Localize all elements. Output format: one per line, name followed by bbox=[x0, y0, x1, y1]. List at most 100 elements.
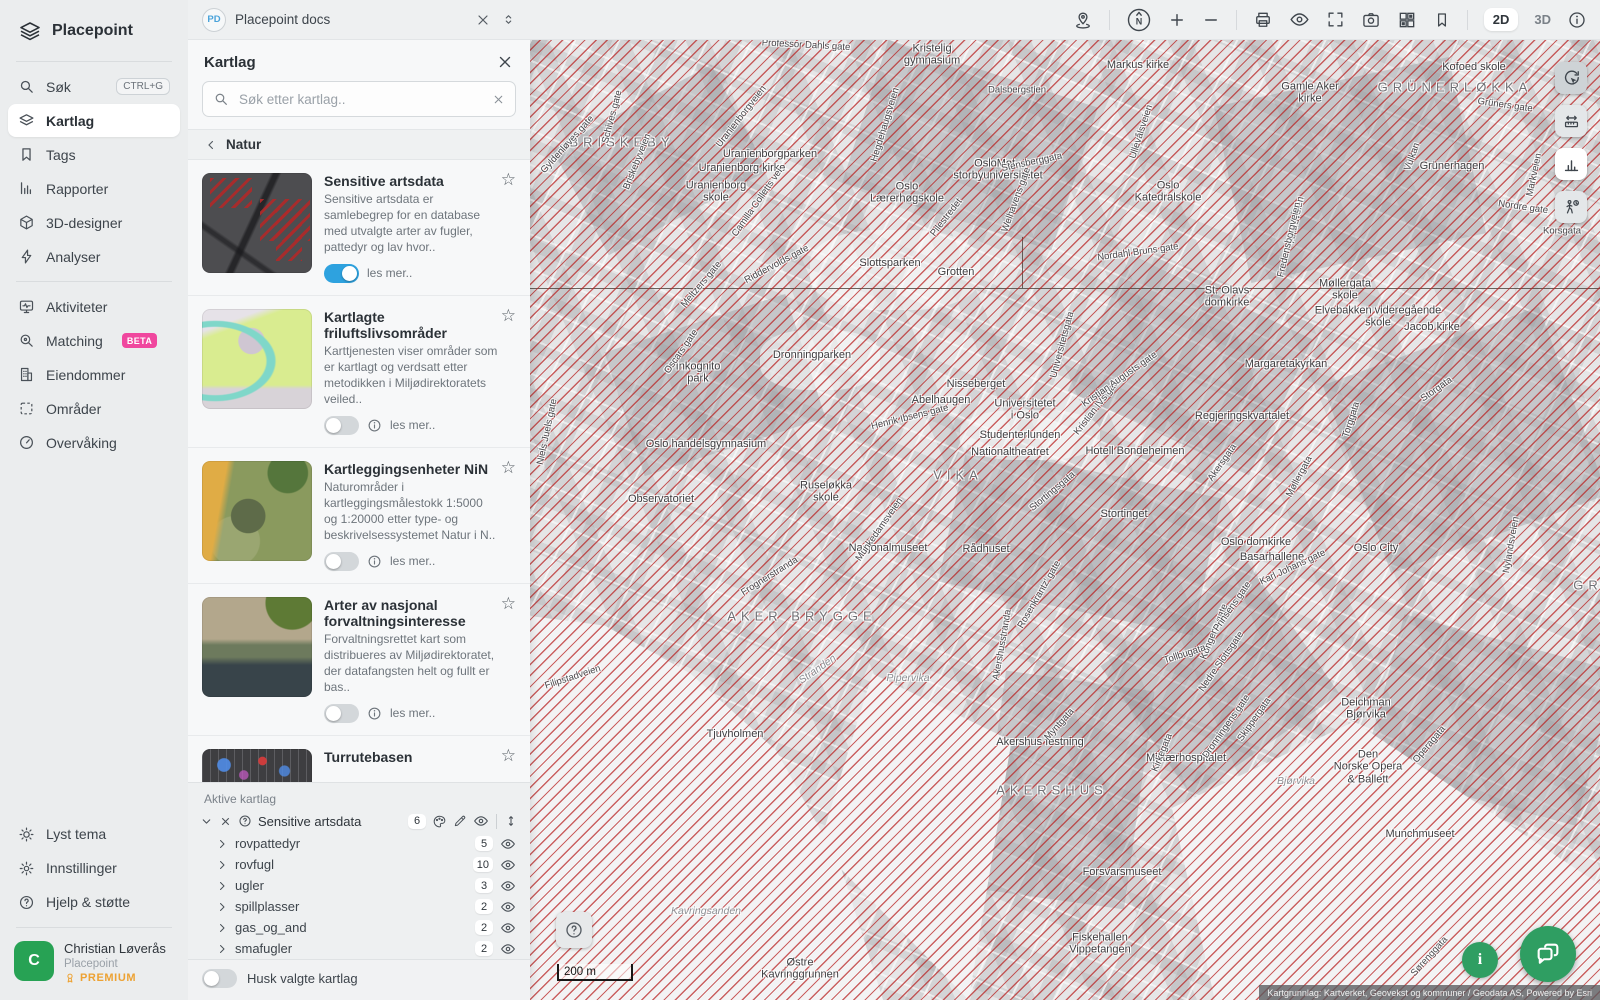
active-layer-row[interactable]: rovpattedyr5 bbox=[188, 833, 530, 854]
document-tab[interactable]: PD Placepoint docs bbox=[188, 8, 530, 32]
layer-search-input[interactable] bbox=[237, 91, 484, 108]
remember-layers-toggle[interactable] bbox=[202, 969, 237, 988]
layer-toggle[interactable] bbox=[324, 264, 359, 283]
divider bbox=[16, 61, 172, 62]
fullscreen-icon[interactable] bbox=[1326, 10, 1345, 29]
breadcrumb[interactable]: Natur bbox=[188, 129, 530, 160]
chevron-right-icon[interactable] bbox=[216, 901, 228, 913]
layer-thumbnail bbox=[202, 309, 312, 409]
sidebar-item-innstillinger[interactable]: Innstillinger bbox=[8, 852, 180, 885]
chevron-right-icon[interactable] bbox=[216, 838, 228, 850]
logo: Placepoint bbox=[0, 0, 188, 58]
print-icon[interactable] bbox=[1253, 10, 1273, 30]
close-document-icon[interactable] bbox=[475, 12, 491, 28]
visibility-icon[interactable] bbox=[500, 878, 516, 894]
chart-tool-button[interactable] bbox=[1555, 148, 1587, 180]
layout-grid-icon[interactable] bbox=[1397, 10, 1417, 30]
map-help-button[interactable] bbox=[556, 912, 592, 948]
chevron-down-icon[interactable] bbox=[200, 815, 213, 828]
sidebar-item-hjelp[interactable]: Hjelp & støtte bbox=[8, 886, 180, 919]
info-icon[interactable] bbox=[367, 554, 382, 569]
active-layer-row[interactable]: rovfugl10 bbox=[188, 854, 530, 875]
visibility-icon[interactable] bbox=[500, 899, 516, 915]
favorite-star-icon[interactable]: ☆ bbox=[501, 459, 516, 476]
sidebar-item-sok[interactable]: Søk CTRL+G bbox=[8, 70, 180, 103]
layer-card[interactable]: ☆ Turrutebasen bbox=[188, 736, 530, 782]
close-panel-icon[interactable] bbox=[496, 53, 514, 71]
active-layer-row[interactable]: ugler 3 bbox=[188, 875, 530, 896]
remove-layer-icon[interactable] bbox=[219, 815, 232, 828]
user-profile[interactable]: C Christian Løverås Placepoint PREMIUM bbox=[0, 931, 188, 1000]
compass-icon[interactable]: N bbox=[1126, 7, 1152, 33]
active-layer-row[interactable]: smafugler2 bbox=[188, 938, 530, 959]
visibility-icon[interactable] bbox=[1289, 9, 1310, 30]
locate-pin-icon[interactable] bbox=[1073, 10, 1093, 30]
screenshot-camera-icon[interactable] bbox=[1361, 10, 1381, 30]
favorite-star-icon[interactable]: ☆ bbox=[501, 171, 516, 188]
favorite-star-icon[interactable]: ☆ bbox=[501, 595, 516, 612]
mode-2d-button[interactable]: 2D bbox=[1484, 8, 1519, 31]
layer-card[interactable]: ☆ Arter av nasjonal forvaltningsinteress… bbox=[188, 584, 530, 736]
sidebar-item-omrader[interactable]: Områder bbox=[8, 392, 180, 425]
info-icon[interactable] bbox=[1567, 10, 1587, 30]
layer-toggle[interactable] bbox=[324, 552, 359, 571]
active-layer-parent-row[interactable]: Sensitive artsdata 6 bbox=[188, 811, 530, 833]
chevron-right-icon[interactable] bbox=[216, 943, 228, 955]
read-more-link[interactable]: les mer.. bbox=[390, 418, 435, 432]
visibility-icon[interactable] bbox=[500, 920, 516, 936]
travel-time-tool-button[interactable] bbox=[1555, 191, 1587, 223]
layer-toggle[interactable] bbox=[324, 416, 359, 435]
visibility-icon[interactable] bbox=[500, 836, 516, 852]
layer-toggle[interactable] bbox=[324, 704, 359, 723]
layer-question-icon[interactable] bbox=[238, 814, 252, 828]
sidebar-item-tags[interactable]: Tags bbox=[8, 138, 180, 171]
sidebar-item-lyst-tema[interactable]: Lyst tema bbox=[8, 818, 180, 851]
visibility-icon[interactable] bbox=[500, 857, 516, 873]
chevron-right-icon[interactable] bbox=[216, 922, 228, 934]
document-switcher-icon[interactable] bbox=[501, 12, 516, 27]
read-more-link[interactable]: les mer.. bbox=[390, 706, 435, 720]
visibility-icon[interactable] bbox=[473, 813, 489, 829]
info-icon[interactable] bbox=[367, 418, 382, 433]
edit-pencil-icon[interactable] bbox=[453, 814, 467, 828]
chevron-right-icon[interactable] bbox=[216, 880, 228, 892]
layer-name: ugler bbox=[235, 878, 264, 893]
read-more-link[interactable]: les mer.. bbox=[367, 266, 412, 280]
active-layer-row[interactable]: spillplasser2 bbox=[188, 896, 530, 917]
sidebar-item-kartlag[interactable]: Kartlag bbox=[8, 104, 180, 137]
beta-badge: BETA bbox=[122, 333, 157, 348]
info-icon[interactable] bbox=[367, 706, 382, 721]
favorite-star-icon[interactable]: ☆ bbox=[501, 747, 516, 764]
chevron-right-icon[interactable] bbox=[216, 859, 228, 871]
sidebar-item-eiendommer[interactable]: Eiendommer bbox=[8, 358, 180, 391]
svg-text:N: N bbox=[1136, 16, 1143, 26]
measure-tool-button[interactable] bbox=[1555, 105, 1587, 137]
clear-search-icon[interactable] bbox=[492, 93, 505, 106]
bookmark-icon[interactable] bbox=[1433, 11, 1451, 29]
sidebar-item-3d-designer[interactable]: 3D-designer bbox=[8, 206, 180, 239]
layer-count-badge: 10 bbox=[473, 857, 493, 872]
layer-card[interactable]: ☆ Kartleggingsenheter NiN Naturområder i… bbox=[188, 448, 530, 584]
active-layer-row[interactable]: gas_og_and2 bbox=[188, 917, 530, 938]
map-canvas[interactable]: BRISKEBYGRÜNERLØKKAVIKAAKER BRYGGEAKERSH… bbox=[530, 40, 1600, 1000]
zoom-out-icon[interactable] bbox=[1202, 11, 1220, 29]
reorder-updown-icon[interactable] bbox=[504, 814, 518, 828]
palette-icon[interactable] bbox=[432, 814, 447, 829]
read-more-link[interactable]: les mer.. bbox=[390, 554, 435, 568]
select-rotate-tool-button[interactable] bbox=[1555, 62, 1587, 94]
layer-card[interactable]: ☆ Kartlagte friluftslivsområder Karttjen… bbox=[188, 296, 530, 448]
sidebar-item-overvaking[interactable]: Overvåking bbox=[8, 426, 180, 459]
mode-3d-button[interactable]: 3D bbox=[1534, 12, 1551, 27]
sidebar-item-matching[interactable]: Matching BETA bbox=[8, 324, 180, 357]
zoom-in-icon[interactable] bbox=[1168, 11, 1186, 29]
map-info-button[interactable]: i bbox=[1462, 942, 1498, 978]
visibility-icon[interactable] bbox=[500, 941, 516, 957]
sidebar-item-aktiviteter[interactable]: Aktiviteter bbox=[8, 290, 180, 323]
sidebar-item-rapporter[interactable]: Rapporter bbox=[8, 172, 180, 205]
chat-button[interactable] bbox=[1520, 926, 1576, 982]
layer-count-badge: 3 bbox=[475, 878, 493, 893]
sidebar-item-analyser[interactable]: Analyser bbox=[8, 240, 180, 273]
layer-card[interactable]: ☆ Sensitive artsdata Sensitive artsdata … bbox=[188, 160, 530, 296]
active-layer-name: Sensitive artsdata bbox=[258, 814, 361, 829]
favorite-star-icon[interactable]: ☆ bbox=[501, 307, 516, 324]
